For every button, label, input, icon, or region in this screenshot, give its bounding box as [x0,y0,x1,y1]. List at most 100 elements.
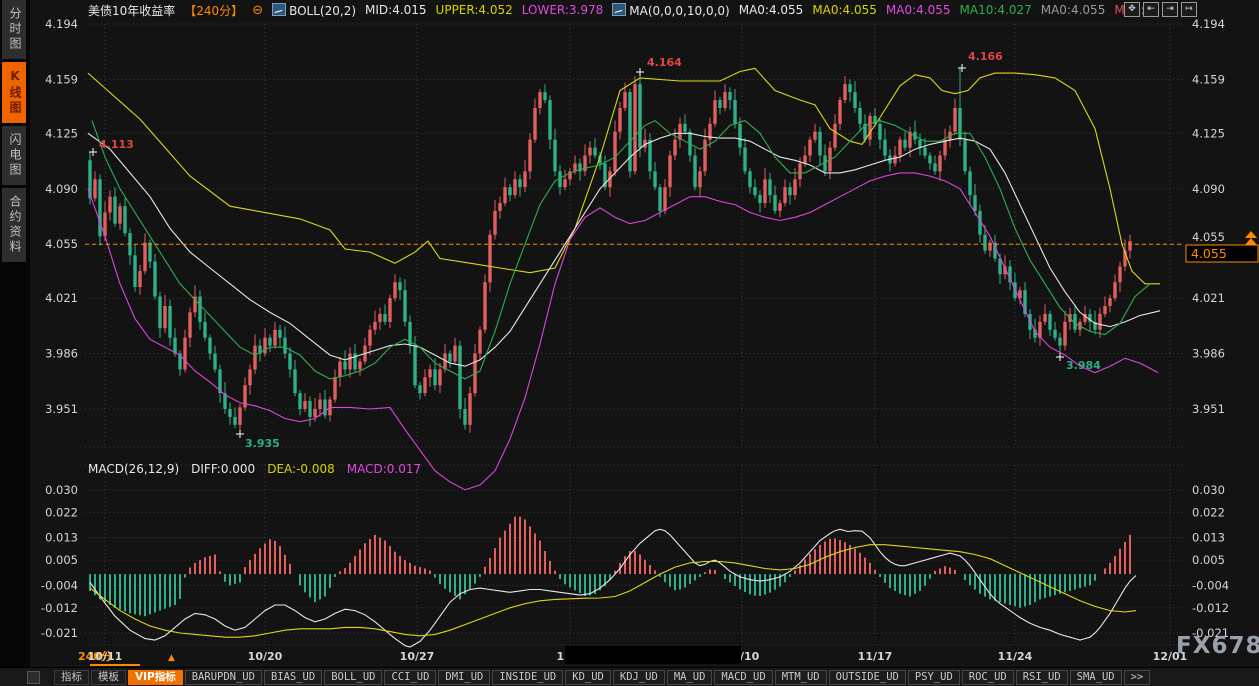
toolbar-item-roc-ud[interactable]: ROC_UD [962,670,1014,685]
toolbar-item-psy-ud[interactable]: PSY_UD [908,670,960,685]
header-segment-2: MID:4.015 [365,3,427,18]
macd-segment-2: DIFF:0.000 [191,462,255,476]
svg-text:0.030: 0.030 [1192,483,1225,497]
sidebar-tab-4[interactable]: 合约资料 [2,188,26,262]
svg-text:4.125: 4.125 [45,126,78,140]
indicator-toolbar: 指标模板VIP指标BARUPDN_UDBIAS_UDBOLL_UDCCI_UDD… [0,667,1259,686]
toolbar-item-bias-ud[interactable]: BIAS_UD [264,670,322,685]
redaction-box [565,646,741,664]
scroll-position-indicator[interactable] [90,664,140,666]
toolbar-item-vip指标[interactable]: VIP指标 [128,670,183,685]
svg-text:0.013: 0.013 [1192,531,1225,545]
svg-text:-0.012: -0.012 [1192,601,1229,615]
svg-text:3.986: 3.986 [45,347,78,361]
main-indicator-header: 美债10年收益率 【240分】 ⊖ BOLL(20,2) MID:4.015 UPP… [88,2,1145,19]
header-segment-9: MA10:4.027 [960,3,1032,18]
svg-text:-0.004: -0.004 [1192,578,1229,592]
header-segment-8: MA0:4.055 [886,3,951,18]
svg-text:0.022: 0.022 [1192,505,1225,519]
shift-left-button[interactable]: ⇤ [1143,2,1159,17]
svg-text:4.164: 4.164 [647,56,682,69]
jump-to-end-button[interactable]: ↦ [1181,2,1197,17]
svg-text:4.125: 4.125 [1192,126,1225,140]
macd-segment-1: MACD(26,12,9) [88,462,179,476]
macd-indicator-header: MACD(26,12,9) DIFF:0.000 DEA:-0.008 MACD:0.… [88,462,421,476]
indicator-icon[interactable] [612,3,626,16]
svg-text:4.055: 4.055 [45,237,78,251]
svg-text:4.021: 4.021 [45,291,78,305]
svg-text:0.030: 0.030 [45,483,78,497]
header-segment-1: BOLL(20,2) [272,3,356,18]
toolbar-spacer [0,668,27,686]
svg-text:4.055: 4.055 [1192,230,1225,244]
svg-text:4.090: 4.090 [45,182,78,196]
svg-text:4.194: 4.194 [45,17,78,31]
toolbar-item-rsi-ud[interactable]: RSI_UD [1016,670,1068,685]
svg-text:10/27: 10/27 [400,650,435,663]
boll-mid-line [88,133,1160,366]
toolbar-item-mtm-ud[interactable]: MTM_UD [775,670,827,685]
header-segment-7: MA0:4.055 [812,3,877,18]
svg-text:3.984: 3.984 [1066,359,1101,372]
svg-text:0.022: 0.022 [45,505,78,519]
indicator-values: BOLL(20,2)MID:4.015UPPER:4.052LOWER:3.97… [272,3,1144,18]
toolbar-item-kdj-ud[interactable]: KDJ_UD [613,670,665,685]
toolbar-item-ma-ud[interactable]: MA_UD [667,670,713,685]
period-dropdown-icon[interactable]: ▲ [168,653,175,663]
svg-text:11/17: 11/17 [858,650,893,663]
toolbar-item-outside-ud[interactable]: OUTSIDE_UD [829,670,906,685]
price-annotations: 4.1133.9354.1644.1663.984 [89,50,1101,450]
svg-text:-0.012: -0.012 [41,601,78,615]
svg-text:11/24: 11/24 [998,650,1033,663]
svg-text:0.005: 0.005 [45,553,78,567]
svg-text:4.021: 4.021 [1192,291,1225,305]
indicator-icon[interactable] [272,3,286,16]
svg-text:4.090: 4.090 [1192,182,1225,196]
header-segment-10: MA0:4.055 [1041,3,1106,18]
header-segment-5: MA(0,0,0,10,0,0) [612,3,729,18]
sidebar-tab-3[interactable]: 闪电图 [2,126,26,185]
svg-text:4.159: 4.159 [45,72,78,86]
svg-text:3.951: 3.951 [45,402,78,416]
instrument-title: 美债10年收益率 [88,2,175,19]
toolbar-item-kd-ud[interactable]: KD_UD [565,670,611,685]
toolbar-item-barupdn-ud[interactable]: BARUPDN_UD [185,670,262,685]
macd-segment-4: MACD:0.017 [347,462,421,476]
svg-text:4.166: 4.166 [968,50,1003,63]
svg-text:3.986: 3.986 [1192,347,1225,361]
toolbar-item-cci-ud[interactable]: CCI_UD [384,670,436,685]
svg-text:4.159: 4.159 [1192,72,1225,86]
macd-histogram [90,517,1130,617]
svg-text:4.194: 4.194 [1192,17,1225,31]
price-marker-icon [1245,231,1257,245]
svg-text:4.055: 4.055 [1191,246,1227,261]
chart-type-sidebar: 分时图 K线图闪电图合约资料 [0,0,30,667]
toolbar-item-模板[interactable]: 模板 [91,670,126,685]
svg-text:0.005: 0.005 [1192,553,1225,567]
svg-text:3.951: 3.951 [1192,402,1225,416]
svg-text:0.013: 0.013 [45,531,78,545]
toolbar-item->>[interactable]: >> [1124,670,1151,685]
svg-text:3.935: 3.935 [245,437,280,450]
sidebar-tab-1[interactable]: 分时图 [2,0,26,59]
macd-segment-3: DEA:-0.008 [267,462,335,476]
svg-text:10/11: 10/11 [88,650,123,663]
kline-chart-canvas[interactable]: 4.194 4.194 4.159 4.159 4.125 4.125 4.090 4.090… [0,0,1259,667]
svg-text:-0.021: -0.021 [41,626,78,640]
toolbar-item-inside-ud[interactable]: INSIDE_UD [492,670,563,685]
fx678-watermark: FX678 [1176,633,1259,659]
shift-right-button[interactable]: ⇥ [1162,2,1178,17]
sidebar-tab-2[interactable]: K线图 [2,62,26,123]
toolbar-item-指标[interactable]: 指标 [54,670,89,685]
toolbar-item-boll-ud[interactable]: BOLL_UD [324,670,382,685]
svg-text:-0.004: -0.004 [41,578,78,592]
pan-chart-button[interactable]: ✥ [1124,2,1140,17]
header-segment-3: UPPER:4.052 [436,3,513,18]
svg-text:10/20: 10/20 [248,650,283,663]
toolbar-item-macd-ud[interactable]: MACD_UD [714,670,772,685]
toolbar-grid-icon[interactable] [27,671,40,684]
indicator-settings-icon[interactable]: ⊖ [252,3,263,18]
period-label[interactable]: 【240分】 [184,2,243,19]
toolbar-item-dmi-ud[interactable]: DMI_UD [438,670,490,685]
toolbar-item-sma-ud[interactable]: SMA_UD [1070,670,1122,685]
